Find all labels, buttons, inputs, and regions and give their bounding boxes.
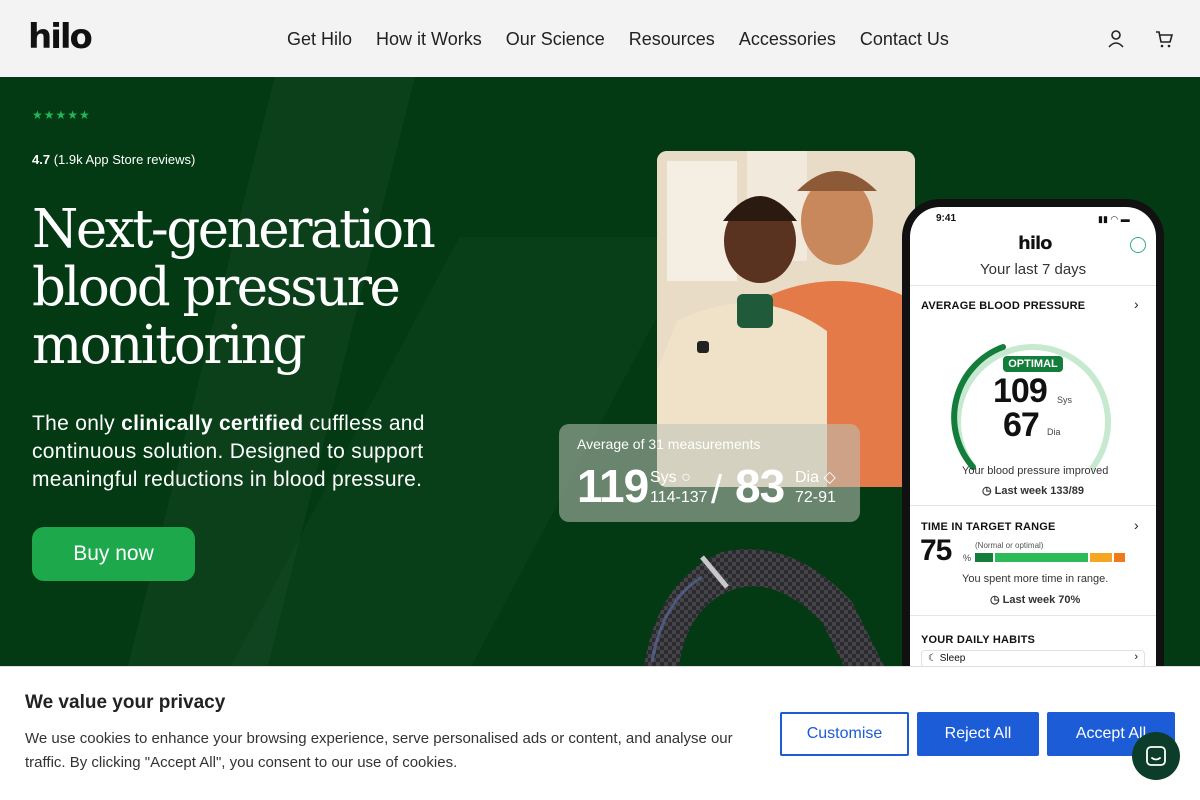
improved-text: Your blood pressure improved [962, 465, 1109, 477]
chevron-right-icon: › [1134, 651, 1138, 663]
nav-resources[interactable]: Resources [629, 28, 715, 50]
measurement-dia-range: 72-91 [795, 489, 836, 506]
chat-icon [1146, 746, 1166, 766]
measurement-sys-range: 114-137 [650, 489, 708, 506]
rating-value: 4.7 [32, 152, 51, 167]
nav-how-it-works[interactable]: How it Works [376, 28, 482, 50]
phone-dia-value: 67 [1003, 406, 1040, 444]
phone-dia-unit: Dia [1047, 427, 1061, 437]
habit-text: Sleep [939, 653, 966, 664]
cart-icon[interactable] [1154, 28, 1174, 50]
hero-title: Next-generation blood pressure monitorin… [32, 199, 436, 376]
app-store-rating: 4.7 (1.9k App Store reviews) [32, 152, 195, 167]
habit-sleep-row: ☾ Sleep › [921, 650, 1145, 666]
dia-label: Dia [795, 469, 820, 486]
phone-mockup: 9:41 ▮▮ ◠ ▬ hilo Your last 7 days AVERAG… [902, 199, 1164, 666]
measurement-card: Average of 31 measurements 119 Sys ○ 114… [559, 424, 860, 522]
range-text: You spent more time in range. [962, 573, 1109, 585]
range-heading: TIME IN TARGET RANGE [921, 521, 1056, 533]
measurement-sys-value: 119 [577, 460, 649, 512]
chevron-right-icon: › [1134, 517, 1139, 533]
range-segment [1114, 553, 1125, 562]
clock-icon: ◷ [990, 594, 1003, 606]
rating-stars: ★★★★★ [32, 108, 91, 122]
reject-all-button[interactable]: Reject All [917, 712, 1039, 756]
last-week-bp: ◷ Last week 133/89 [982, 484, 1084, 497]
divider [910, 615, 1156, 616]
range-note: (Normal or optimal) [975, 541, 1044, 550]
profile-icon [1130, 237, 1146, 253]
range-last-week-text: Last week 70% [1002, 594, 1081, 606]
chat-launcher-button[interactable] [1132, 732, 1180, 780]
circle-icon: ○ [681, 469, 691, 486]
range-last-week: ◷ Last week 70% [990, 593, 1080, 606]
site-header: hilo Get Hilo How it Works Our Science R… [0, 0, 1200, 77]
subtitle-text: The only [32, 412, 122, 435]
range-unit: % [963, 553, 972, 563]
sys-label: Sys [650, 469, 677, 486]
user-icon[interactable] [1106, 28, 1126, 50]
optimal-badge: OPTIMAL [1003, 356, 1063, 372]
range-value: 75 [920, 534, 952, 567]
range-segment [975, 553, 993, 562]
phone-sys-unit: Sys [1057, 395, 1073, 405]
divider [910, 285, 1156, 286]
range-segment [1090, 553, 1113, 562]
range-progress-bar [975, 553, 1125, 562]
phone-screen: 9:41 ▮▮ ◠ ▬ hilo Your last 7 days AVERAG… [910, 207, 1156, 666]
measurement-dia-value: 83 [735, 460, 785, 512]
nav-our-science[interactable]: Our Science [506, 28, 605, 50]
nav-accessories[interactable]: Accessories [739, 28, 836, 50]
habits-heading: YOUR DAILY HABITS [921, 634, 1036, 646]
hilo-band-image [632, 542, 902, 666]
habit-sleep-label: ☾ Sleep [928, 653, 965, 664]
last-week-bp-text: Last week 133/89 [994, 485, 1084, 497]
chevron-right-icon: › [1134, 296, 1139, 312]
hilo-logo[interactable]: hilo [28, 17, 93, 57]
avg-bp-heading: AVERAGE BLOOD PRESSURE [921, 300, 1086, 312]
phone-time: 9:41 [936, 213, 957, 224]
phone-logo: hilo [1018, 233, 1053, 254]
cookie-text: We use cookies to enhance your browsing … [25, 730, 733, 771]
diamond-icon: ◇ [823, 469, 836, 486]
buy-now-button[interactable]: Buy now [32, 527, 195, 581]
clock-icon: ◷ [982, 485, 995, 497]
subtitle-bold: clinically certified [121, 412, 304, 435]
rating-count: (1.9k App Store reviews) [53, 152, 196, 167]
hero-subtitle: The only clinically certified cuffless a… [32, 410, 472, 494]
customise-button[interactable]: Customise [780, 712, 909, 756]
phone-subtitle: Your last 7 days [980, 261, 1087, 278]
cookie-banner: We value your privacy We use cookies to … [0, 666, 1200, 800]
nav-contact-us[interactable]: Contact Us [860, 28, 949, 50]
measurement-dia-label: Dia ◇ [795, 468, 836, 487]
measurement-sys-label: Sys ○ [650, 468, 691, 487]
measurement-slash: / [711, 468, 722, 512]
divider [910, 505, 1156, 506]
main-nav: Get Hilo How it Works Our Science Resour… [287, 28, 949, 50]
status-icons: ▮▮ ◠ ▬ [1098, 214, 1130, 224]
phone-sys-value: 109 [993, 372, 1048, 410]
measurement-label: Average of 31 measurements [577, 436, 761, 452]
hero-section: ★★★★★ 4.7 (1.9k App Store reviews) Next-… [0, 77, 1200, 666]
cookie-title: We value your privacy [25, 692, 226, 713]
nav-get-hilo[interactable]: Get Hilo [287, 28, 352, 50]
range-segment [994, 553, 1089, 562]
moon-icon: ☾ [928, 653, 940, 664]
